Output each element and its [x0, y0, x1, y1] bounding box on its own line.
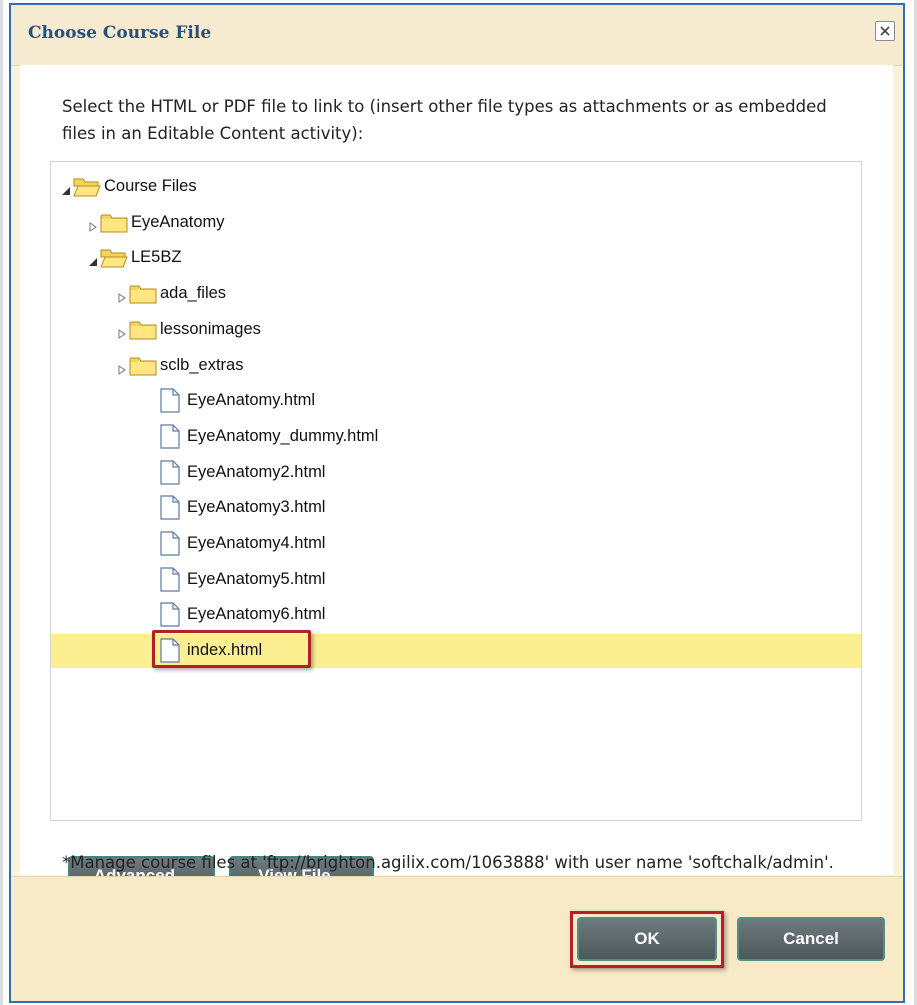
tree-file-row[interactable]: EyeAnatomy4.html — [51, 527, 861, 561]
folder-open-icon — [100, 247, 128, 269]
tree-item-label: EyeAnatomy6.html — [187, 605, 326, 624]
file-icon — [160, 567, 180, 592]
expand-arrow-icon[interactable] — [117, 361, 127, 375]
tree-item-label: lessonimages — [160, 319, 261, 338]
tree-item-label: EyeAnatomy — [131, 212, 225, 231]
expand-arrow-icon[interactable] — [117, 289, 127, 304]
tree-item-label: EyeAnatomy4.html — [187, 534, 326, 552]
folder-icon — [129, 319, 157, 341]
close-icon — [880, 26, 890, 36]
selected-file-highlight-outline — [152, 630, 311, 669]
tree-file-row[interactable]: EyeAnatomy6.html — [51, 598, 861, 632]
dialog-title: Choose Course File — [28, 23, 212, 43]
tree-item-label: EyeAnatomy_dummy.html — [187, 426, 379, 445]
tree-item-label: EyeAnatomy5.html — [187, 569, 326, 588]
tree-file-row[interactable]: index.html — [51, 630, 861, 669]
tree-folder-row[interactable]: Course Files — [51, 170, 861, 204]
dialog-footer: OK Cancel — [11, 876, 903, 1001]
tree-item-label: ada_files — [160, 284, 227, 303]
file-icon — [160, 602, 180, 627]
tree-item-label: EyeAnatomy3.html — [187, 498, 326, 517]
folder-open-icon — [73, 176, 101, 198]
file-icon — [160, 495, 180, 520]
dialog-titlebar: Choose Course File — [11, 5, 903, 66]
expand-arrow-icon[interactable] — [88, 218, 98, 232]
file-tree: index.html EyeAnatomy6.html EyeAnatomy5.ht… — [50, 161, 862, 896]
tree-item-label: EyeAnatomy.html — [187, 391, 316, 410]
ok-button[interactable]: OK — [577, 917, 717, 961]
file-icon — [160, 388, 180, 413]
instructions-text: Select the HTML or PDF file to link to (… — [62, 97, 827, 143]
tree-item-label: LE5BZ — [131, 248, 182, 267]
tree-file-row[interactable]: EyeAnatomy5.html — [51, 563, 861, 597]
tree-item-label: sclb_extras — [160, 355, 244, 374]
tree-item-label: EyeAnatomy2.html — [187, 462, 326, 481]
tree-file-row[interactable]: EyeAnatomy3.html — [51, 491, 861, 525]
tree-folder-row[interactable]: lessonimages — [51, 313, 861, 347]
tree-folder-row[interactable]: sclb_extras — [51, 349, 861, 383]
tree-file-row[interactable]: EyeAnatomy_dummy.html — [51, 420, 861, 454]
folder-icon — [100, 212, 128, 234]
expand-arrow-icon[interactable] — [117, 325, 127, 339]
tree-item-label: Course Files — [104, 177, 197, 195]
collapse-arrow-icon[interactable] — [61, 182, 71, 195]
file-icon — [160, 459, 180, 485]
tree-folder-row[interactable]: ada_files — [51, 277, 861, 311]
file-icon — [160, 531, 180, 556]
cancel-button[interactable]: Cancel — [737, 917, 885, 961]
ftp-info-note: *Manage course files at 'ftp://brighton.… — [62, 853, 834, 872]
tree-file-row[interactable]: EyeAnatomy.html — [51, 384, 861, 418]
file-icon — [160, 424, 180, 449]
background-strip-right — [911, 0, 917, 1005]
folder-icon — [129, 283, 157, 305]
tree-file-row[interactable]: EyeAnatomy2.html — [51, 456, 861, 490]
dialog-content: Select the HTML or PDF file to link to (… — [20, 65, 893, 896]
tree-folder-row[interactable]: EyeAnatomy — [51, 206, 861, 240]
choose-course-file-dialog: Choose Course File Select the HTML or PD… — [9, 3, 905, 1003]
background-strip-left — [0, 0, 6, 1005]
folder-icon — [129, 355, 157, 377]
collapse-arrow-icon[interactable] — [88, 253, 98, 267]
tree-folder-row[interactable]: LE5BZ — [51, 241, 861, 275]
close-button[interactable] — [875, 21, 895, 41]
